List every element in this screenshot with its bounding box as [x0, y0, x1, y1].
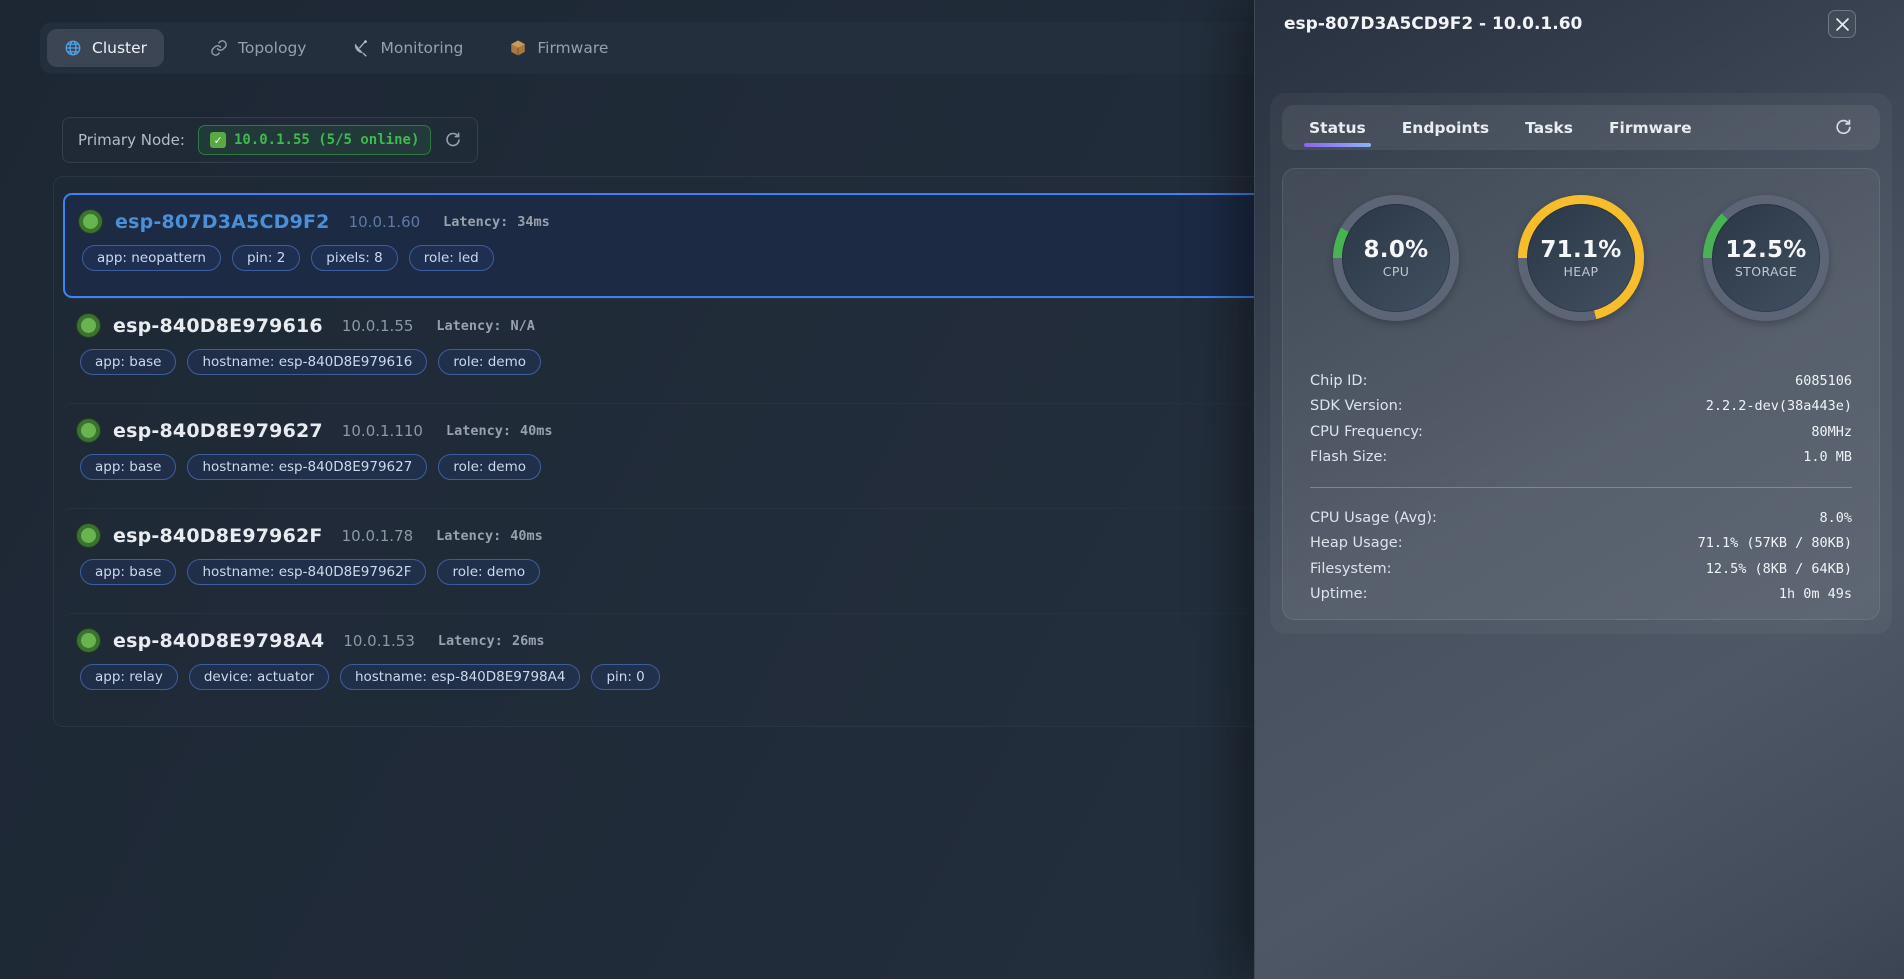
- tag: hostname: esp-840D8E979616: [187, 349, 427, 375]
- tag: app: base: [80, 454, 176, 480]
- tab-tasks[interactable]: Tasks: [1525, 105, 1573, 150]
- cpu-gauge: 8.0% CPU: [1333, 195, 1459, 321]
- nav-tab-firmware[interactable]: Firmware: [509, 39, 608, 57]
- close-button[interactable]: [1828, 10, 1856, 38]
- online-dot-icon: [77, 314, 100, 337]
- tag: role: led: [409, 245, 494, 271]
- panel-card: Status Endpoints Tasks Firmware 8.: [1270, 93, 1892, 634]
- tag: app: neopattern: [82, 245, 221, 271]
- tag: device: actuator: [189, 664, 329, 690]
- cpu-gauge-label: CPU: [1383, 264, 1410, 279]
- tag: pixels: 8: [311, 245, 397, 271]
- heap-gauge: 71.1% HEAP: [1518, 195, 1644, 321]
- nav-tab-label: Monitoring: [380, 39, 463, 57]
- tab-endpoints[interactable]: Endpoints: [1402, 105, 1489, 150]
- primary-node-value: 10.0.1.55 (5/5 online): [234, 132, 419, 148]
- storage-gauge-value: 12.5%: [1725, 237, 1806, 263]
- node-latency: Latency:40ms: [436, 528, 543, 544]
- tag: role: demo: [437, 559, 540, 585]
- node-name: esp-807D3A5CD9F2: [115, 211, 330, 233]
- heap-gauge-value: 71.1%: [1540, 237, 1621, 263]
- node-name: esp-840D8E97962F: [113, 525, 323, 547]
- detail-row: Chip ID: 6085106: [1310, 368, 1852, 394]
- node-ip: 10.0.1.78: [342, 527, 414, 545]
- detail-row: CPU Usage (Avg): 8.0%: [1310, 505, 1852, 531]
- node-latency: Latency:N/A: [436, 318, 534, 334]
- heap-gauge-label: HEAP: [1564, 264, 1599, 279]
- primary-node-label: Primary Node:: [78, 131, 185, 149]
- detail-row: Flash Size: 1.0 MB: [1310, 445, 1852, 471]
- system-details: Chip ID: 6085106 SDK Version: 2.2.2-dev(…: [1310, 368, 1852, 607]
- nav-tab-label: Firmware: [537, 39, 608, 57]
- nav-tab-monitoring[interactable]: Monitoring: [352, 39, 463, 57]
- nav-tab-topology[interactable]: Topology: [210, 39, 306, 57]
- nav-tab-label: Topology: [238, 39, 306, 57]
- nav-tab-label: Cluster: [92, 39, 147, 57]
- node-latency: Latency:26ms: [438, 633, 545, 649]
- node-ip: 10.0.1.60: [349, 213, 421, 231]
- detail-row: Filesystem: 12.5% (8KB / 64KB): [1310, 556, 1852, 582]
- nav-tab-cluster[interactable]: Cluster: [47, 29, 164, 67]
- tag: pin: 0: [591, 664, 659, 690]
- node-ip: 10.0.1.53: [343, 632, 415, 650]
- node-name: esp-840D8E979616: [113, 315, 323, 337]
- storage-gauge: 12.5% STORAGE: [1703, 195, 1829, 321]
- node-latency: Latency:40ms: [446, 423, 553, 439]
- status-content: 8.0% CPU 71.1% HEAP 12.5% STORAGE: [1282, 168, 1880, 620]
- online-dot-icon: [77, 524, 100, 547]
- tag: role: demo: [438, 454, 541, 480]
- node-name: esp-840D8E9798A4: [113, 630, 324, 652]
- tag: app: relay: [80, 664, 178, 690]
- primary-node-bar: Primary Node: ✓ 10.0.1.55 (5/5 online): [62, 117, 478, 163]
- detail-row: SDK Version: 2.2.2-dev(38a443e): [1310, 394, 1852, 420]
- panel-title: esp-807D3A5CD9F2 - 10.0.1.60: [1284, 14, 1582, 34]
- online-dot-icon: [77, 629, 100, 652]
- package-icon: [509, 39, 527, 57]
- online-dot-icon: [79, 210, 102, 233]
- detail-row: Uptime: 1h 0m 49s: [1310, 582, 1852, 608]
- node-detail-panel: esp-807D3A5CD9F2 - 10.0.1.60 Status Endp…: [1254, 0, 1904, 979]
- cpu-gauge-value: 8.0%: [1364, 237, 1429, 263]
- tag: app: base: [80, 349, 176, 375]
- node-ip: 10.0.1.55: [342, 317, 414, 335]
- link-icon: [210, 39, 228, 57]
- panel-refresh-button[interactable]: [1834, 118, 1853, 137]
- close-icon: [1836, 18, 1849, 31]
- primary-refresh-button[interactable]: [444, 131, 462, 149]
- primary-node-badge: ✓ 10.0.1.55 (5/5 online): [198, 125, 431, 155]
- tag: app: base: [80, 559, 176, 585]
- node-name: esp-840D8E979627: [113, 420, 323, 442]
- detail-row: Heap Usage: 71.1% (57KB / 80KB): [1310, 531, 1852, 557]
- gauges: 8.0% CPU 71.1% HEAP 12.5% STORAGE: [1310, 195, 1852, 321]
- node-latency: Latency:34ms: [443, 214, 550, 230]
- details-divider: [1310, 487, 1852, 488]
- tag: hostname: esp-840D8E9798A4: [340, 664, 581, 690]
- online-dot-icon: [77, 419, 100, 442]
- tab-status[interactable]: Status: [1309, 105, 1366, 150]
- tag: hostname: esp-840D8E979627: [187, 454, 427, 480]
- tag: role: demo: [438, 349, 541, 375]
- storage-gauge-label: STORAGE: [1735, 264, 1797, 279]
- tab-firmware[interactable]: Firmware: [1609, 105, 1692, 150]
- detail-row: CPU Frequency: 80MHz: [1310, 419, 1852, 445]
- tag: pin: 2: [232, 245, 300, 271]
- node-ip: 10.0.1.110: [342, 422, 423, 440]
- globe-icon: [64, 39, 82, 57]
- satellite-icon: [352, 39, 370, 57]
- panel-tabbar: Status Endpoints Tasks Firmware: [1282, 105, 1880, 150]
- check-icon: ✓: [210, 132, 226, 148]
- tag: hostname: esp-840D8E97962F: [187, 559, 426, 585]
